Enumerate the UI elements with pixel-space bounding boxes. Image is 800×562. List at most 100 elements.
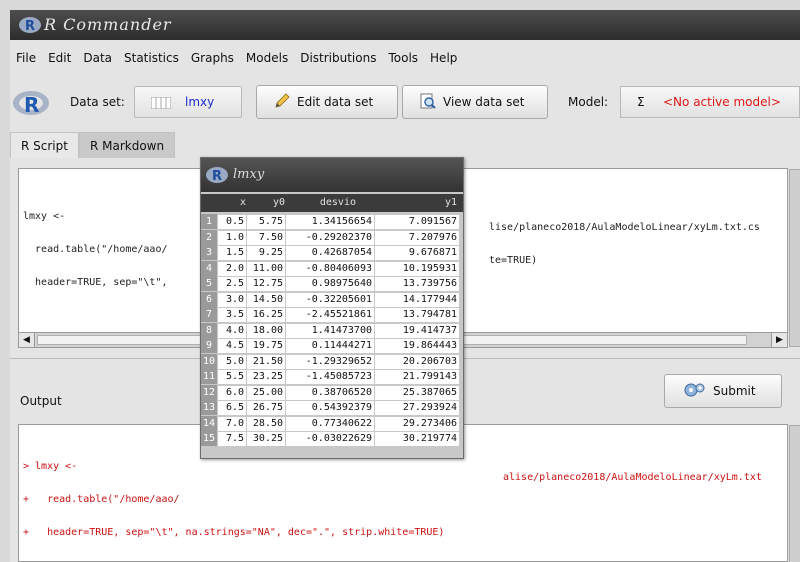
table-row[interactable]: 3 1.5 9.25 0.42687054 9.676871 bbox=[201, 245, 463, 261]
cell-desvio: 0.98975640 bbox=[286, 277, 374, 291]
view-dataset-button[interactable]: View data set bbox=[402, 85, 548, 119]
svg-text:R: R bbox=[212, 169, 222, 184]
r-logo-icon: R bbox=[12, 88, 52, 121]
row-index: 10 bbox=[201, 353, 217, 369]
column-header: x bbox=[239, 197, 246, 208]
menu-help[interactable]: Help bbox=[430, 51, 457, 65]
menu-file[interactable]: File bbox=[16, 51, 36, 65]
dataset-label: Data set: bbox=[70, 95, 125, 109]
model-button[interactable]: Σ <No active model> bbox=[620, 86, 800, 118]
tab-r-markdown[interactable]: R Markdown bbox=[78, 132, 176, 158]
model-label: Model: bbox=[568, 95, 609, 109]
cell-y0: 30.25 bbox=[247, 432, 285, 446]
table-row[interactable]: 13 6.5 26.75 0.54392379 27.293924 bbox=[201, 400, 463, 416]
output-line: + read.table("/home/aao/ bbox=[23, 494, 180, 505]
scroll-left-arrow-icon[interactable]: ◀ bbox=[19, 333, 35, 347]
cell-x: 4.0 bbox=[218, 323, 246, 338]
menu-models[interactable]: Models bbox=[246, 51, 288, 65]
row-index: 15 bbox=[201, 431, 217, 446]
cell-x: 6.5 bbox=[218, 401, 246, 415]
cell-x: 5.0 bbox=[218, 354, 246, 369]
menu-graphs[interactable]: Graphs bbox=[191, 51, 234, 65]
submit-button[interactable]: Submit bbox=[664, 374, 782, 408]
cell-desvio: 0.77340622 bbox=[286, 416, 374, 431]
cell-desvio: 0.11444271 bbox=[286, 339, 374, 353]
cell-x: 1.0 bbox=[218, 230, 246, 245]
cell-y1: 13.794781 bbox=[375, 308, 459, 322]
cell-y0: 11.00 bbox=[247, 261, 285, 276]
cell-y1: 27.293924 bbox=[375, 401, 459, 415]
cell-y1: 21.799143 bbox=[375, 370, 459, 384]
cell-y1: 13.739756 bbox=[375, 277, 459, 291]
table-row[interactable]: 8 4.0 18.00 1.41473700 19.414737 bbox=[201, 322, 463, 339]
svg-text:R: R bbox=[25, 19, 35, 34]
table-row[interactable]: 9 4.5 19.75 0.11444271 19.864443 bbox=[201, 338, 463, 354]
row-index: 14 bbox=[201, 415, 217, 431]
table-row[interactable]: 10 5.0 21.50 -1.29329652 20.206703 bbox=[201, 353, 463, 370]
row-index: 3 bbox=[201, 245, 217, 260]
cell-y0: 25.00 bbox=[247, 385, 285, 400]
row-index: 9 bbox=[201, 338, 217, 353]
menu-tools[interactable]: Tools bbox=[388, 51, 418, 65]
table-row[interactable]: 12 6.0 25.00 0.38706520 25.387065 bbox=[201, 384, 463, 401]
menu-data[interactable]: Data bbox=[83, 51, 112, 65]
cell-desvio: 0.54392379 bbox=[286, 401, 374, 415]
r-logo-icon: R bbox=[205, 165, 229, 188]
cell-x: 2.5 bbox=[218, 277, 246, 291]
cell-y0: 19.75 bbox=[247, 339, 285, 353]
menu-statistics[interactable]: Statistics bbox=[124, 51, 179, 65]
column-header: desvio bbox=[319, 197, 356, 208]
cell-y1: 19.414737 bbox=[375, 323, 459, 338]
cell-desvio: 1.41473700 bbox=[286, 323, 374, 338]
table-row[interactable]: 7 3.5 16.25 -2.45521861 13.794781 bbox=[201, 307, 463, 323]
cell-y0: 23.25 bbox=[247, 370, 285, 384]
cell-y0: 21.50 bbox=[247, 354, 285, 369]
sigma-icon: Σ bbox=[637, 95, 645, 109]
row-index: 7 bbox=[201, 307, 217, 322]
output-line: alise/planeco2018/AulaModeloLinear/xyLm.… bbox=[503, 472, 762, 483]
row-index: 4 bbox=[201, 260, 217, 276]
table-row[interactable]: 1 0.5 5.75 1.34156654 7.091567 bbox=[201, 214, 463, 230]
dataset-grid-icon bbox=[150, 96, 172, 112]
table-row[interactable]: 4 2.0 11.00 -0.80406093 10.195931 bbox=[201, 260, 463, 277]
cell-desvio: 1.34156654 bbox=[286, 215, 374, 229]
title-bar: R R Commander bbox=[10, 10, 800, 40]
cell-desvio: -1.45085723 bbox=[286, 370, 374, 384]
edit-dataset-label: Edit data set bbox=[297, 95, 374, 109]
dataset-button[interactable]: lmxy bbox=[134, 86, 242, 118]
table-row[interactable]: 6 3.0 14.50 -0.32205601 14.177944 bbox=[201, 291, 463, 308]
cell-y1: 19.864443 bbox=[375, 339, 459, 353]
cell-y0: 26.75 bbox=[247, 401, 285, 415]
edit-dataset-button[interactable]: Edit data set bbox=[256, 85, 398, 119]
cell-y1: 7.207976 bbox=[375, 230, 459, 245]
table-row[interactable]: 2 1.0 7.50 -0.29202370 7.207976 bbox=[201, 229, 463, 246]
scroll-right-arrow-icon[interactable]: ▶ bbox=[771, 333, 787, 347]
output-line: > lmxy <- bbox=[23, 461, 78, 472]
row-index: 13 bbox=[201, 400, 217, 415]
output-line: + header=TRUE, sep="\t", na.strings="NA"… bbox=[23, 527, 445, 538]
menu-distributions[interactable]: Distributions bbox=[300, 51, 376, 65]
dataset-viewer-window[interactable]: R lmxy x y0 desvio y1 1 0.5 5.75 1.34156654… bbox=[200, 157, 464, 459]
cell-x: 7.0 bbox=[218, 416, 246, 431]
submit-label: Submit bbox=[713, 384, 756, 398]
cell-y1: 25.387065 bbox=[375, 385, 459, 400]
table-row[interactable]: 15 7.5 30.25 -0.03022629 30.219774 bbox=[201, 431, 463, 447]
dataset-viewer-title: lmxy bbox=[233, 167, 265, 182]
menu-bar: File Edit Data Statistics Graphs Models … bbox=[10, 40, 800, 76]
menu-edit[interactable]: Edit bbox=[48, 51, 71, 65]
cell-desvio: -0.29202370 bbox=[286, 230, 374, 245]
table-row[interactable]: 5 2.5 12.75 0.98975640 13.739756 bbox=[201, 276, 463, 292]
table-row[interactable]: 11 5.5 23.25 -1.45085723 21.799143 bbox=[201, 369, 463, 385]
script-vertical-scrollbar[interactable] bbox=[789, 169, 800, 347]
row-index: 11 bbox=[201, 369, 217, 384]
cell-y0: 7.50 bbox=[247, 230, 285, 245]
cell-y0: 5.75 bbox=[247, 215, 285, 229]
cell-x: 2.0 bbox=[218, 261, 246, 276]
output-vertical-scrollbar[interactable] bbox=[789, 425, 800, 562]
table-row[interactable]: 14 7.0 28.50 0.77340622 29.273406 bbox=[201, 415, 463, 432]
cell-x: 4.5 bbox=[218, 339, 246, 353]
cell-y1: 7.091567 bbox=[375, 215, 459, 229]
view-dataset-label: View data set bbox=[443, 95, 525, 109]
dataset-viewer-titlebar[interactable]: R lmxy bbox=[201, 158, 463, 192]
tab-r-script[interactable]: R Script bbox=[10, 132, 79, 158]
